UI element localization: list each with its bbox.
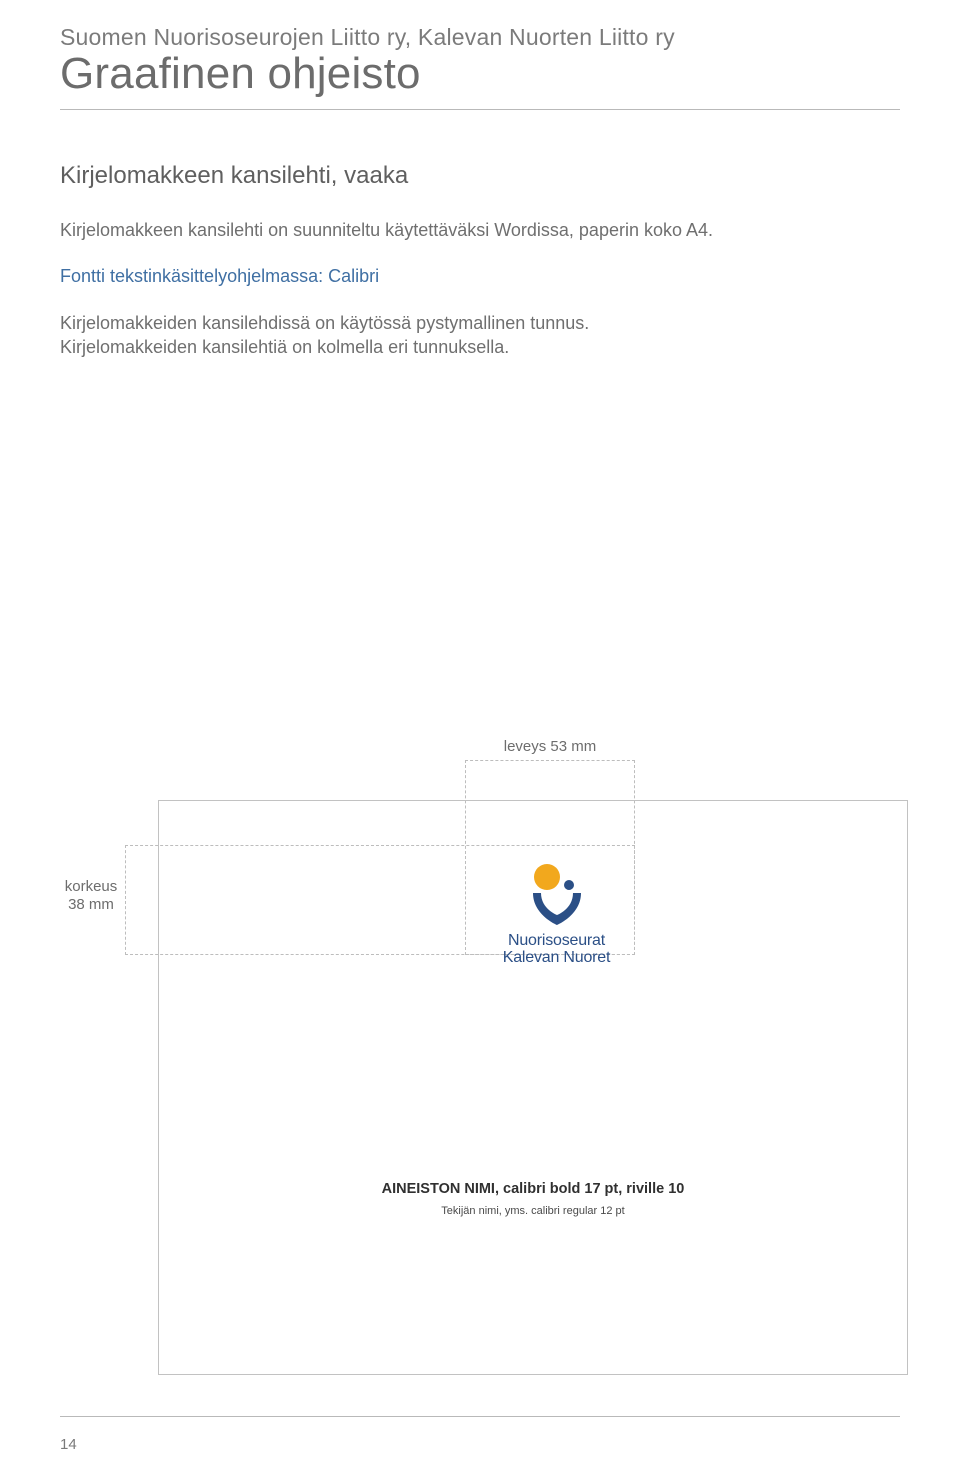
header-organization: Suomen Nuorisoseurojen Liitto ry, Kaleva… (60, 24, 900, 51)
header-divider (60, 109, 900, 110)
logo-line1: Nuorisoseurat (508, 932, 605, 949)
body-paragraph-3b: Kirjelomakkeiden kansilehtiä on kolmella… (60, 337, 509, 357)
logo-icon (513, 863, 601, 929)
body-paragraph-3a: Kirjelomakkeiden kansilehdissä on käytös… (60, 313, 589, 333)
document-page: Suomen Nuorisoseurojen Liitto ry, Kaleva… (0, 0, 960, 1471)
height-label-line1: korkeus (65, 878, 118, 895)
cover-caption-sub: Tekijän nimi, yms. calibri regular 12 pt (159, 1205, 907, 1217)
logo-wordmark: Nuorisoseurat Kalevan Nuoret (479, 933, 634, 967)
body-paragraph-1: Kirjelomakkeen kansilehti on suunniteltu… (60, 218, 900, 242)
logo-line2: Kalevan Nuoret (503, 949, 611, 966)
section-title: Kirjelomakkeen kansilehti, vaaka (60, 162, 900, 190)
cover-sheet-diagram: leveys 53 mm korkeus 38 mm (60, 740, 915, 1390)
page-number: 14 (60, 1436, 77, 1453)
footer-divider (60, 1416, 900, 1417)
height-label-line2: 38 mm (68, 896, 114, 913)
cover-caption-main: AINEISTON NIMI, calibri bold 17 pt, rivi… (159, 1181, 907, 1197)
body-paragraph-2: Fontti tekstinkäsittelyohjelmassa: Calib… (60, 264, 900, 288)
header-title: Graafinen ohjeisto (60, 49, 900, 99)
cover-sheet-outline: Nuorisoseurat Kalevan Nuoret AINEISTON N… (158, 800, 908, 1375)
logo-block: Nuorisoseurat Kalevan Nuoret (479, 863, 634, 967)
width-label: leveys 53 mm (465, 738, 635, 755)
height-label: korkeus 38 mm (60, 878, 122, 914)
body-paragraph-3: Kirjelomakkeiden kansilehdissä on käytös… (60, 311, 900, 360)
